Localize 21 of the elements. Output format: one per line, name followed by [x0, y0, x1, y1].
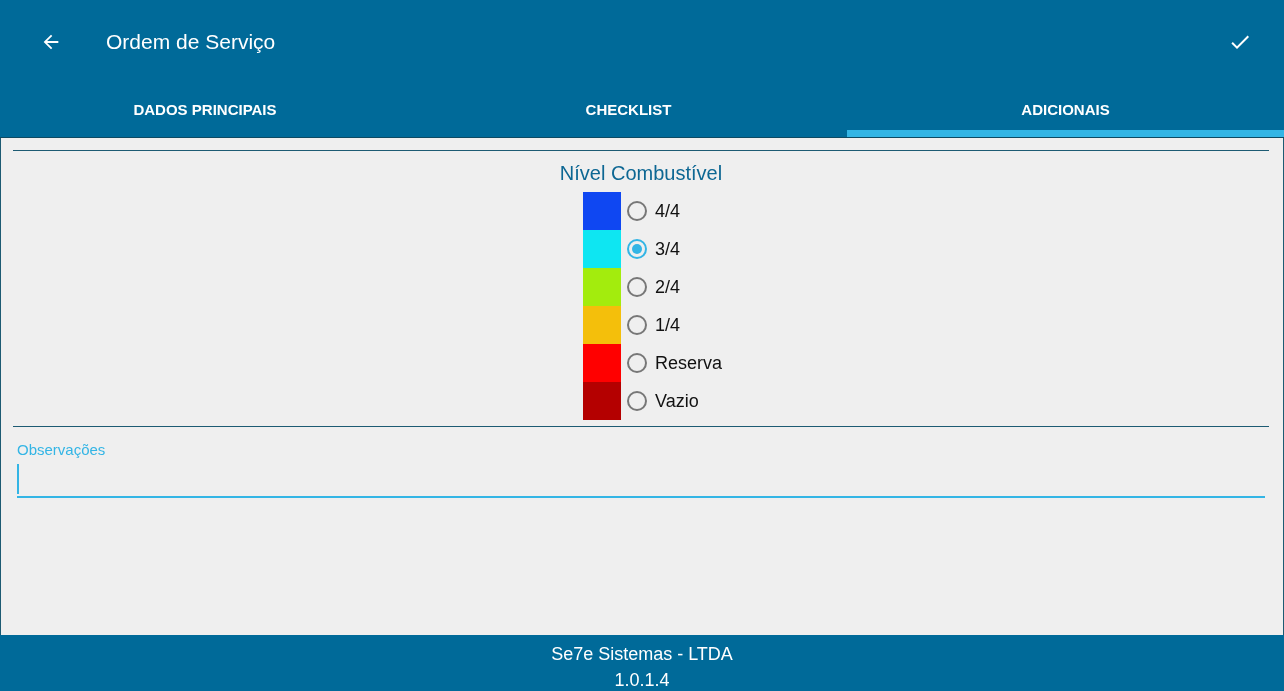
app-version: 1.0.1.4 [614, 669, 670, 691]
radio-button[interactable] [627, 391, 647, 411]
radio-label[interactable]: 2/4 [655, 276, 681, 298]
radio-button[interactable] [627, 353, 647, 373]
section-title: Nível Combustível [559, 162, 723, 185]
tab[interactable]: CHECKLIST [410, 83, 847, 137]
radio-button[interactable] [627, 277, 647, 297]
tab[interactable]: ADICIONAIS [847, 83, 1284, 137]
radio-label[interactable]: Reserva [655, 352, 723, 374]
radio-label[interactable]: Vazio [655, 390, 699, 412]
field-label: Observações [17, 441, 106, 458]
radio-button[interactable] [627, 239, 647, 259]
radio-label[interactable]: 4/4 [655, 200, 681, 222]
radio-button[interactable] [627, 315, 647, 335]
text-cursor [17, 464, 19, 494]
window-title: Ordem de Serviço [106, 29, 277, 54]
radio-label[interactable]: 1/4 [655, 314, 681, 336]
radio-button[interactable] [627, 201, 647, 221]
company-name: Se7e Sistemas - LTDA [551, 643, 733, 666]
tab[interactable]: DADOS PRINCIPAIS [0, 83, 410, 137]
radio-label[interactable]: 3/4 [655, 238, 681, 260]
